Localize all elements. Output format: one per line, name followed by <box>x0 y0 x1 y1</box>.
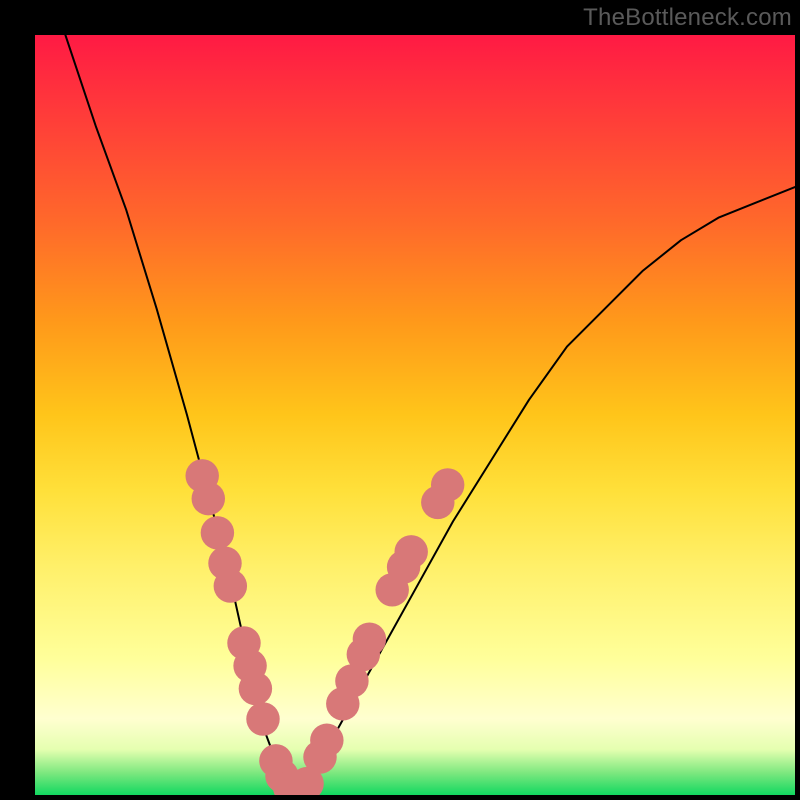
marker-layer <box>185 459 464 795</box>
marker-dot <box>192 482 225 515</box>
marker-dot <box>239 672 272 705</box>
marker-dot <box>353 622 386 655</box>
series-curve <box>65 35 795 787</box>
marker-dot <box>214 569 247 602</box>
chart-frame: TheBottleneck.com <box>0 0 800 800</box>
marker-dot <box>246 702 279 735</box>
marker-dot <box>201 516 234 549</box>
plot-area <box>35 35 795 795</box>
marker-dot <box>394 535 427 568</box>
marker-dot <box>431 468 464 501</box>
curve-layer <box>65 35 795 787</box>
chart-svg <box>35 35 795 795</box>
marker-dot <box>310 724 343 757</box>
watermark-text: TheBottleneck.com <box>583 4 792 32</box>
